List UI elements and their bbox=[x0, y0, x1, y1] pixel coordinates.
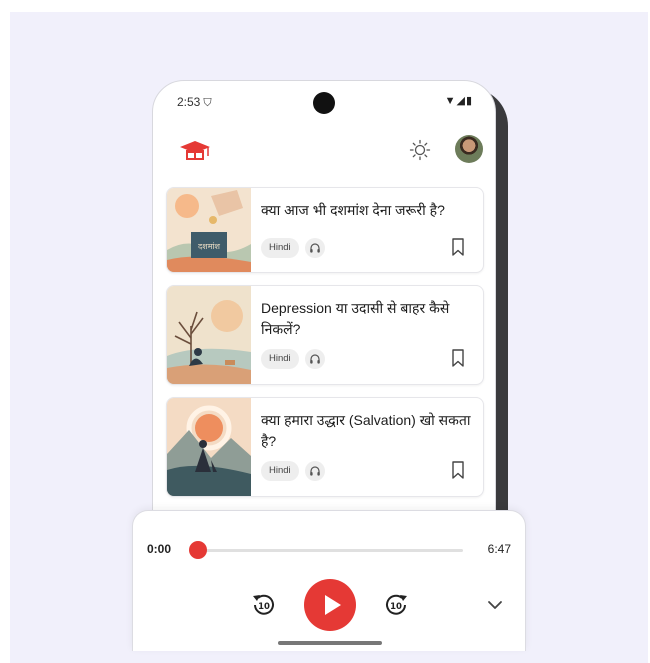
headphones-icon bbox=[305, 349, 325, 369]
forward-seconds-label: 10 bbox=[390, 602, 402, 612]
app-bar bbox=[153, 129, 495, 173]
graduation-cap-icon[interactable] bbox=[179, 139, 211, 163]
thumbnail-label: दशमांश bbox=[198, 242, 221, 251]
phone-screen: 2:53 ⛉ ▼◢▮ दशमांश क्या आज भी दशमांश देना… bbox=[152, 80, 496, 550]
language-chip: Hindi bbox=[261, 461, 299, 481]
vpn-key-icon: ⛉ bbox=[203, 97, 212, 109]
chevron-down-icon[interactable] bbox=[485, 595, 505, 615]
forward-10-icon[interactable]: 10 bbox=[382, 591, 410, 619]
card-thumbnail bbox=[167, 286, 251, 384]
article-card[interactable]: Depression या उदासी से बाहर कैसे निकलें?… bbox=[166, 285, 484, 385]
home-indicator bbox=[278, 641, 382, 645]
status-icons: ▼◢▮ bbox=[444, 95, 473, 107]
headphones-icon bbox=[305, 461, 325, 481]
language-chip: Hindi bbox=[261, 238, 299, 258]
bookmark-icon[interactable] bbox=[451, 349, 465, 367]
total-time: 6:47 bbox=[487, 542, 511, 556]
card-thumbnail: दशमांश bbox=[167, 188, 251, 272]
bookmark-icon[interactable] bbox=[451, 238, 465, 256]
status-bar: 2:53 ⛉ ▼◢▮ bbox=[153, 81, 495, 123]
card-title: Depression या उदासी से बाहर कैसे निकलें? bbox=[261, 300, 450, 337]
card-title: क्या आज भी दशमांश देना जरूरी है? bbox=[261, 202, 445, 218]
current-time: 0:00 bbox=[147, 542, 172, 556]
rewind-seconds-label: 10 bbox=[258, 602, 270, 612]
play-button[interactable] bbox=[304, 579, 356, 631]
play-icon bbox=[325, 595, 341, 615]
sun-icon[interactable] bbox=[409, 139, 431, 161]
card-title: क्या हमारा उद्धार (Salvation) खो सकता है… bbox=[261, 412, 471, 449]
progress-track[interactable] bbox=[197, 549, 463, 552]
language-chip: Hindi bbox=[261, 349, 299, 369]
rewind-10-icon[interactable]: 10 bbox=[250, 591, 278, 619]
progress-thumb[interactable] bbox=[189, 541, 207, 559]
article-card[interactable]: क्या हमारा उद्धार (Salvation) खो सकता है… bbox=[166, 397, 484, 497]
article-card[interactable]: दशमांश क्या आज भी दशमांश देना जरूरी है? … bbox=[166, 187, 484, 273]
status-time-text: 2:53 bbox=[177, 95, 201, 109]
bookmark-icon[interactable] bbox=[451, 461, 465, 479]
user-avatar[interactable] bbox=[455, 135, 483, 163]
audio-player: 0:00 6:47 10 10 bbox=[132, 510, 526, 651]
card-thumbnail bbox=[167, 398, 251, 496]
camera-cutout bbox=[313, 92, 335, 114]
headphones-icon bbox=[305, 238, 325, 258]
status-time: 2:53 ⛉ bbox=[177, 95, 212, 110]
